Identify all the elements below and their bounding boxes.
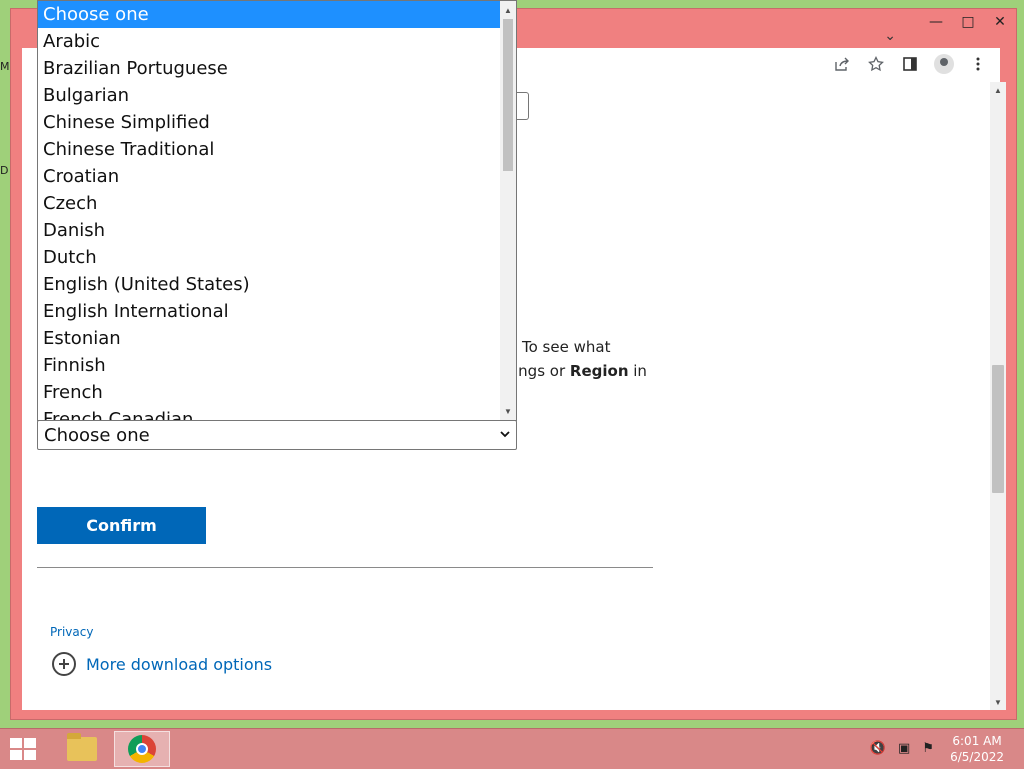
dropdown-option[interactable]: Chinese Traditional — [38, 136, 500, 163]
language-dropdown-list[interactable]: Choose one Arabic Brazilian Portuguese Bulg… — [37, 0, 517, 421]
maximize-button[interactable]: □ — [952, 9, 984, 35]
side-panel-icon[interactable] — [900, 54, 920, 74]
divider — [37, 567, 653, 568]
scroll-up-icon[interactable]: ▲ — [990, 82, 1006, 98]
chrome-icon — [128, 735, 156, 763]
scroll-thumb[interactable] — [992, 365, 1004, 493]
action-center-icon[interactable]: ⚑ — [922, 741, 934, 756]
folder-icon — [67, 733, 97, 761]
dropdown-option[interactable]: Danish — [38, 217, 500, 244]
dropdown-option[interactable]: Croatian — [38, 163, 500, 190]
share-icon[interactable] — [832, 54, 852, 74]
dropdown-option[interactable]: Dutch — [38, 244, 500, 271]
taskbar: 🔇 ▣ ⚑ 6:01 AM 6/5/2022 — [0, 728, 1024, 769]
confirm-button[interactable]: Confirm — [37, 507, 206, 544]
language-select-value: Choose one — [44, 425, 150, 446]
star-icon[interactable] — [866, 54, 886, 74]
dropdown-option[interactable]: French — [38, 379, 500, 406]
profile-icon[interactable] — [934, 54, 954, 74]
instruction-text-line: To see what — [522, 338, 611, 356]
chrome-taskbar-button[interactable] — [114, 731, 170, 767]
clock[interactable]: 6:01 AM 6/5/2022 — [950, 733, 1004, 765]
desktop-icon-label: D — [0, 164, 9, 177]
dropdown-scroll-thumb[interactable] — [503, 19, 513, 171]
network-icon[interactable]: ▣ — [898, 741, 910, 756]
scroll-down-icon[interactable]: ▼ — [500, 404, 516, 418]
privacy-link[interactable]: Privacy — [50, 625, 93, 639]
language-select[interactable]: Choose one — [37, 420, 517, 450]
dropdown-option[interactable]: Choose one — [38, 1, 500, 28]
page-scrollbar[interactable]: ▲ ▼ — [990, 82, 1006, 710]
window-controls: — □ ✕ — [920, 9, 1016, 35]
clock-date: 6/5/2022 — [950, 750, 1004, 764]
clock-time: 6:01 AM — [952, 734, 1002, 748]
volume-muted-icon[interactable]: 🔇 — [870, 741, 886, 756]
dropdown-scrollbar[interactable]: ▲ ▼ — [500, 1, 516, 420]
plus-circle-icon — [52, 652, 76, 676]
close-button[interactable]: ✕ — [984, 9, 1016, 35]
dropdown-option[interactable]: Bulgarian — [38, 82, 500, 109]
instruction-text-line: ings or Region in — [514, 362, 647, 380]
chevron-down-icon — [500, 427, 510, 441]
dropdown-option[interactable]: English International — [38, 298, 500, 325]
desktop-icon-label: M — [0, 60, 10, 73]
windows-start-icon[interactable] — [10, 738, 38, 762]
more-download-options-link[interactable]: More download options — [52, 652, 272, 676]
dropdown-option[interactable]: French Canadian — [38, 406, 500, 420]
scroll-down-icon[interactable]: ▼ — [990, 694, 1006, 710]
dropdown-option[interactable]: Czech — [38, 190, 500, 217]
dropdown-option[interactable]: English (United States) — [38, 271, 500, 298]
file-explorer-taskbar-button[interactable] — [54, 731, 110, 767]
tab-search-chevron-icon[interactable]: ⌄ — [884, 27, 896, 44]
minimize-button[interactable]: — — [920, 9, 952, 35]
dropdown-options: Choose one Arabic Brazilian Portuguese Bulg… — [38, 1, 500, 420]
dropdown-option[interactable]: Estonian — [38, 325, 500, 352]
system-tray: 🔇 ▣ ⚑ — [870, 741, 934, 756]
dropdown-option[interactable]: Finnish — [38, 352, 500, 379]
menu-icon[interactable] — [968, 54, 988, 74]
dropdown-option[interactable]: Brazilian Portuguese — [38, 55, 500, 82]
scroll-up-icon[interactable]: ▲ — [500, 3, 516, 17]
dropdown-option[interactable]: Chinese Simplified — [38, 109, 500, 136]
dropdown-option[interactable]: Arabic — [38, 28, 500, 55]
more-download-options-label: More download options — [86, 654, 273, 674]
